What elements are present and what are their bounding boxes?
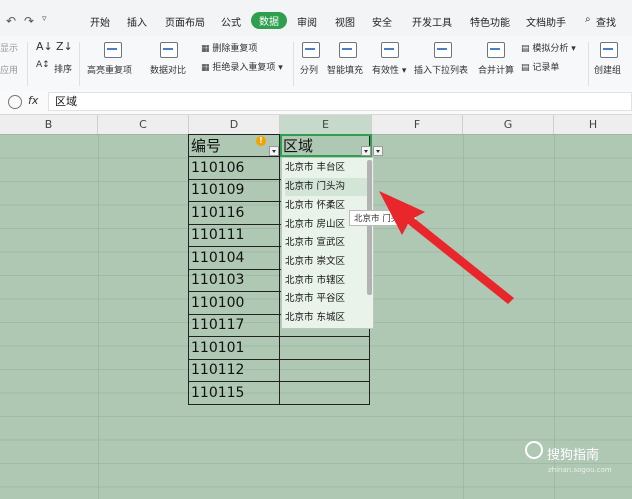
arrow-shape: [379, 191, 514, 304]
annotation-arrow-icon: [379, 191, 514, 304]
watermark-text: 搜狗指南: [547, 448, 600, 463]
watermark-url: zhinan.sogou.com: [548, 466, 612, 474]
sogou-logo-icon: [525, 441, 543, 459]
